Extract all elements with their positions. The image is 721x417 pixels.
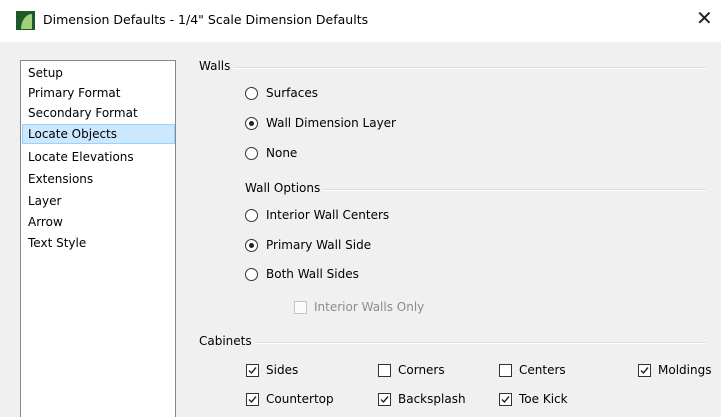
radio-label: Primary Wall Side (266, 238, 372, 252)
category-item-layer[interactable]: Layer (22, 191, 175, 211)
cabinets-group-title: Cabinets (199, 334, 256, 348)
checkbox-indicator (294, 301, 307, 314)
check-icon (640, 367, 649, 375)
cabinets-group-line (200, 342, 706, 344)
category-item-arrow[interactable]: Arrow (22, 212, 175, 232)
radio-label: Interior Wall Centers (266, 208, 390, 222)
window-title: Dimension Defaults - 1/4" Scale Dimensio… (43, 12, 369, 27)
checkbox-indicator (246, 364, 259, 377)
app-logo-icon (16, 11, 35, 30)
close-icon[interactable]: ✕ (696, 8, 713, 28)
category-item-extensions[interactable]: Extensions (22, 169, 175, 189)
category-item-text-style[interactable]: Text Style (22, 233, 175, 253)
walls-group-line (200, 67, 706, 69)
checkbox-indicator (638, 364, 651, 377)
checkbox-label: Corners (398, 363, 445, 377)
checkbox-label: Moldings (658, 363, 712, 377)
checkbox-indicator (499, 364, 512, 377)
category-list[interactable]: Setup Primary Format Secondary Format Lo… (20, 60, 176, 417)
category-item-setup[interactable]: Setup (22, 63, 175, 83)
radio-indicator (245, 117, 258, 130)
radio-indicator (245, 87, 258, 100)
check-icon (380, 396, 389, 404)
checkbox-indicator (378, 364, 391, 377)
checkbox-label: Centers (519, 363, 566, 377)
category-item-primary-format[interactable]: Primary Format (22, 83, 175, 103)
walls-group-title: Walls (199, 59, 235, 73)
radio-label: None (266, 146, 298, 160)
category-item-locate-elevations[interactable]: Locate Elevations (22, 147, 175, 167)
checkbox-indicator (378, 393, 391, 406)
checkbox-label: Interior Walls Only (314, 300, 425, 314)
radio-indicator (245, 147, 258, 160)
radio-indicator (245, 209, 258, 222)
checkbox-indicator (246, 393, 259, 406)
radio-label: Both Wall Sides (266, 267, 359, 281)
check-icon (248, 367, 257, 375)
checkbox-label: Toe Kick (519, 392, 568, 406)
radio-label: Surfaces (266, 86, 318, 100)
category-item-locate-objects[interactable]: Locate Objects (22, 124, 175, 144)
wall-options-group-title: Wall Options (245, 181, 325, 195)
title-bar: Dimension Defaults - 1/4" Scale Dimensio… (0, 0, 721, 42)
check-icon (248, 396, 257, 404)
checkbox-label: Sides (266, 363, 299, 377)
radio-indicator (245, 239, 258, 252)
radio-indicator (245, 268, 258, 281)
checkbox-label: Backsplash (398, 392, 466, 406)
radio-label: Wall Dimension Layer (266, 116, 396, 130)
checkbox-indicator (499, 393, 512, 406)
category-item-secondary-format[interactable]: Secondary Format (22, 103, 175, 123)
checkbox-label: Countertop (266, 392, 334, 406)
check-icon (501, 396, 510, 404)
